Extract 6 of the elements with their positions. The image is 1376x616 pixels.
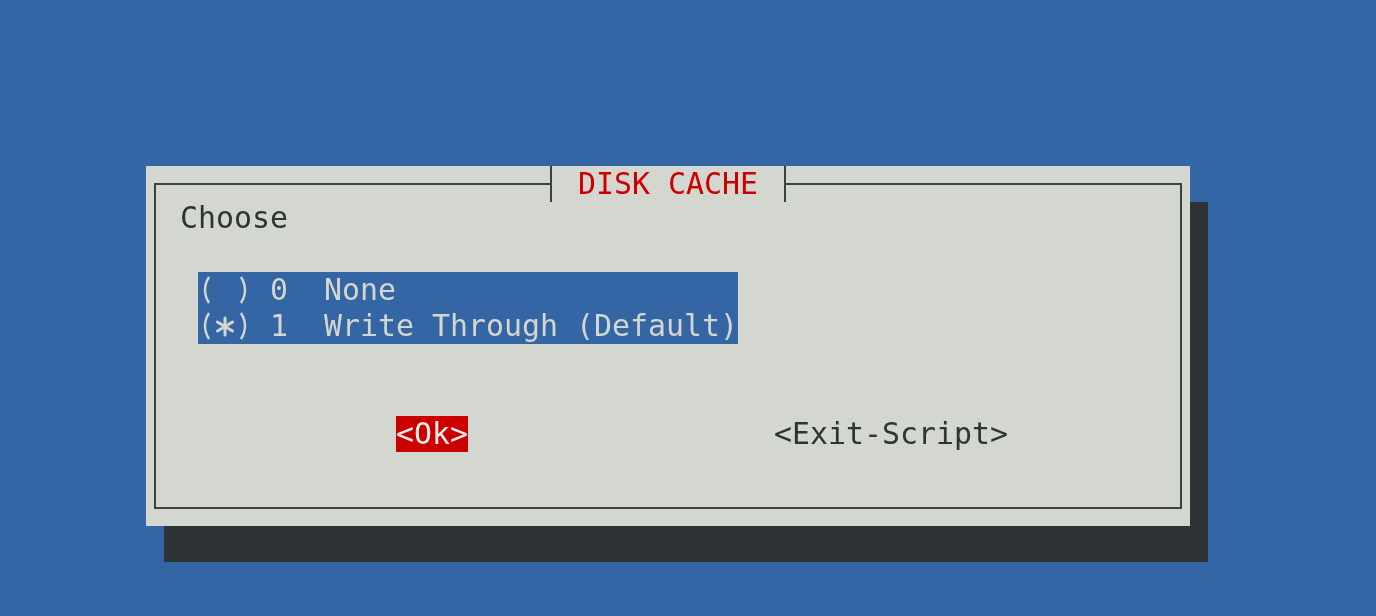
- dialog-button[interactable]: <Exit-Script>: [774, 416, 1008, 452]
- dialog-button[interactable]: <Ok>: [396, 416, 468, 452]
- prompt-text: Choose: [180, 200, 288, 236]
- radio-option[interactable]: 1 Write Through (Default): [198, 308, 738, 344]
- dialog-title: DISK CACHE: [550, 166, 786, 202]
- radio-option[interactable]: 0 None: [198, 272, 738, 308]
